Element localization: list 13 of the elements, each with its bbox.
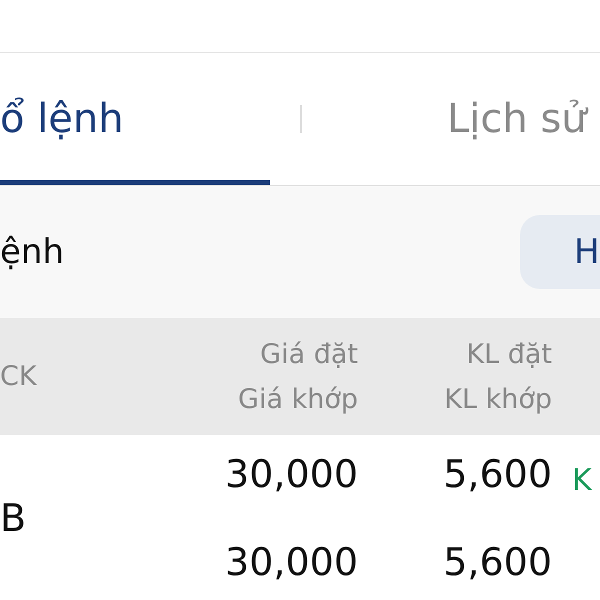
stock-symbol: B xyxy=(0,496,28,540)
table-cell-text: 30,000 xyxy=(224,540,358,584)
column-header: Giá đặt xyxy=(259,338,358,370)
table-cell-text: 5,600 xyxy=(442,540,552,584)
column-header: KL đặt xyxy=(465,338,552,370)
column-header: CK xyxy=(0,361,38,392)
filter-button[interactable]: H xyxy=(520,215,600,289)
column-header: KL khớp xyxy=(443,384,552,414)
order-status: K xyxy=(571,463,594,498)
column-header: Giá khớp xyxy=(237,384,358,414)
table-cell-text: 5,600 xyxy=(442,452,552,496)
section-title: ệnh xyxy=(0,232,64,272)
table-cell-text: 30,000 xyxy=(224,452,358,496)
